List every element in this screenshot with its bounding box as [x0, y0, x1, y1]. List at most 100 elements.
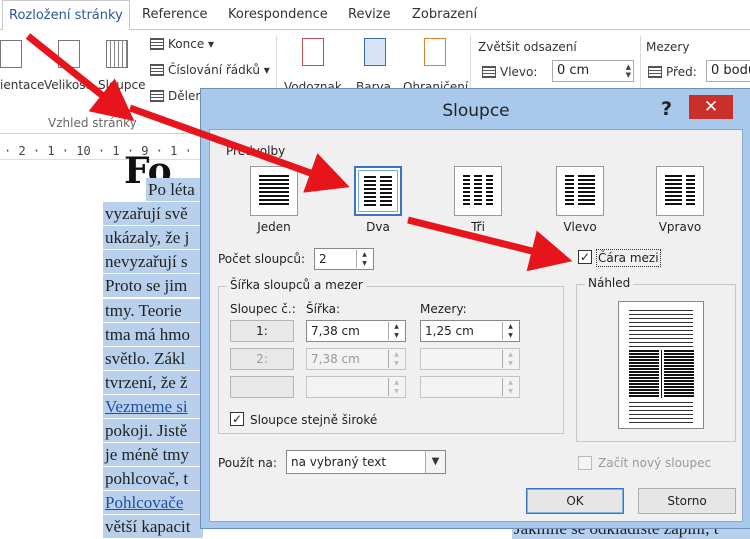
document-line: ukázaly, že j [103, 226, 203, 250]
line-numbers-icon [150, 64, 164, 76]
column-width-input: 7,38 cm ▲ ▼ [306, 348, 406, 370]
tab-view[interactable]: Zobrazení [406, 0, 483, 30]
preset-two-icon [364, 176, 392, 206]
columns-dialog: Sloupce ? ✕ Předvolby Jeden Dva Tři Vlev… [200, 88, 750, 529]
close-button[interactable]: ✕ [689, 95, 733, 119]
spacing-before-input[interactable]: 0 bodů [706, 60, 750, 82]
indent-left-label: Vlevo: [482, 65, 537, 79]
preset-two[interactable] [354, 166, 402, 216]
document-line: Pohlcovače [103, 491, 203, 515]
document-line: pokoji. Jistě [103, 419, 203, 442]
hyphenation-button[interactable]: Dělení [150, 89, 206, 103]
preset-right-icon [665, 175, 695, 207]
hyphenation-icon [150, 90, 164, 102]
help-icon[interactable]: ? [661, 98, 672, 120]
apply-to-select[interactable]: na vybraný text ▼ [286, 450, 446, 474]
group-label-page-setup: Vzhled stránky [48, 116, 137, 130]
tab-page-layout[interactable]: Rozložení stránky [2, 0, 130, 31]
indent-left-input[interactable]: 0 cm ▲ ▼ [552, 60, 634, 82]
document-line: vyzařují svě [103, 202, 203, 226]
apply-to-label: Použít na: [218, 456, 277, 470]
new-column-checkbox [578, 456, 592, 470]
watermark-icon [302, 38, 324, 66]
document-line: je méně tmy [103, 443, 203, 467]
num-columns-label: Počet sloupců: [218, 252, 306, 266]
document-line: Vezmeme si [103, 394, 203, 418]
columns-button[interactable]: Sloupce [98, 78, 146, 92]
column-spacing-input: ▲ ▼ [420, 348, 520, 370]
preview-group-title: Náhled [585, 276, 634, 290]
document-line: tmy. Teorie [103, 298, 203, 322]
spin-arrows-icon: ▲ ▼ [502, 378, 518, 396]
document-line: Po léta [146, 178, 203, 201]
line-between-checkbox[interactable]: ✓ [578, 250, 592, 264]
chevron-down-icon[interactable]: ▼ [425, 451, 445, 473]
breaks-button[interactable]: Konce ▾ [150, 37, 214, 51]
preview-text-lines [629, 402, 693, 424]
preset-three-icon [463, 175, 493, 207]
preset-one[interactable] [250, 166, 298, 216]
column-spacing-input[interactable]: 1,25 cm ▲ ▼ [420, 320, 520, 342]
dialog-body: Předvolby Jeden Dva Tři Vlevo Vpravo Poč… [209, 129, 743, 522]
tab-mailings[interactable]: Korespondence [222, 0, 334, 30]
spin-arrows-icon: ▲ ▼ [388, 350, 404, 368]
ribbon-tabbar: Rozložení stránky Reference Korespondenc… [0, 0, 750, 31]
preview-column-left [629, 350, 659, 398]
spin-arrows-icon[interactable]: ▲ ▼ [356, 250, 372, 268]
col-number-cell: 1: [230, 320, 294, 342]
document-line: nevyzařují s [103, 250, 203, 274]
document-line: větší kapacit [103, 515, 203, 539]
indent-left-icon [482, 66, 496, 78]
spacing-before-icon [648, 66, 662, 78]
spin-arrows-icon: ▲ ▼ [502, 350, 518, 368]
size-button[interactable]: Velikost [44, 78, 90, 92]
tab-references[interactable]: Reference [136, 0, 213, 30]
equal-width-label[interactable]: Sloupce stejně široké [250, 413, 377, 427]
preset-three[interactable] [454, 166, 502, 216]
col-number-cell: 2: [230, 348, 294, 370]
dialog-titlebar[interactable]: Sloupce ? ✕ [201, 89, 750, 129]
tab-review[interactable]: Revize [342, 0, 397, 30]
preset-right[interactable] [656, 166, 704, 216]
width-spacing-group-title: Šířka sloupců a mezer [227, 278, 366, 292]
spin-arrows-icon[interactable]: ▲ ▼ [502, 322, 518, 340]
preset-one-label: Jeden [257, 220, 291, 234]
preset-two-label: Dva [366, 220, 390, 234]
cancel-button[interactable]: Storno [638, 488, 736, 514]
preset-left[interactable] [556, 166, 604, 216]
line-between-label[interactable]: Čára mezi [596, 249, 661, 267]
orientation-icon [0, 40, 22, 68]
orientation-button[interactable]: ientace [0, 78, 44, 92]
preview-text-lines [629, 310, 693, 348]
breaks-icon [150, 38, 164, 50]
col-number-header: Sloupec č.: [230, 302, 296, 316]
column-spacing-input: ▲ ▼ [420, 376, 520, 398]
presets-label: Předvolby [224, 144, 288, 158]
column-width-input[interactable]: 7,38 cm ▲ ▼ [306, 320, 406, 342]
document-line: tma má hmo [103, 322, 203, 346]
preset-one-icon [259, 175, 289, 207]
preset-right-label: Vpravo [658, 220, 702, 234]
col-number-cell [230, 376, 294, 398]
new-column-label: Začít nový sloupec [598, 456, 712, 470]
preview-column-right [664, 350, 694, 398]
preset-three-label: Tři [471, 220, 485, 234]
page-color-icon [364, 38, 386, 66]
columns-icon [106, 40, 128, 68]
indent-group-title: Zvětšit odsazení [478, 40, 577, 54]
document-line: tvrzení, že ž [103, 370, 203, 394]
preset-left-label: Vlevo [563, 220, 597, 234]
preview-line-between [661, 350, 662, 398]
line-numbers-button[interactable]: Číslování řádků ▾ [150, 63, 270, 77]
spin-arrows-icon: ▲ ▼ [388, 378, 404, 396]
num-columns-input[interactable]: 2 ▲ ▼ [314, 248, 374, 270]
spin-arrows-icon[interactable]: ▲ ▼ [626, 63, 631, 79]
spin-arrows-icon[interactable]: ▲ ▼ [388, 322, 404, 340]
equal-width-checkbox[interactable]: ✓ [230, 412, 244, 426]
spacing-before-label: Před: [648, 65, 697, 79]
spacing-group-title: Mezery [646, 40, 690, 54]
chevron-down-icon: ▾ [114, 94, 119, 103]
width-header: Šířka: [306, 302, 341, 316]
spacing-header: Mezery: [420, 302, 467, 316]
ok-button[interactable]: OK [526, 488, 624, 514]
